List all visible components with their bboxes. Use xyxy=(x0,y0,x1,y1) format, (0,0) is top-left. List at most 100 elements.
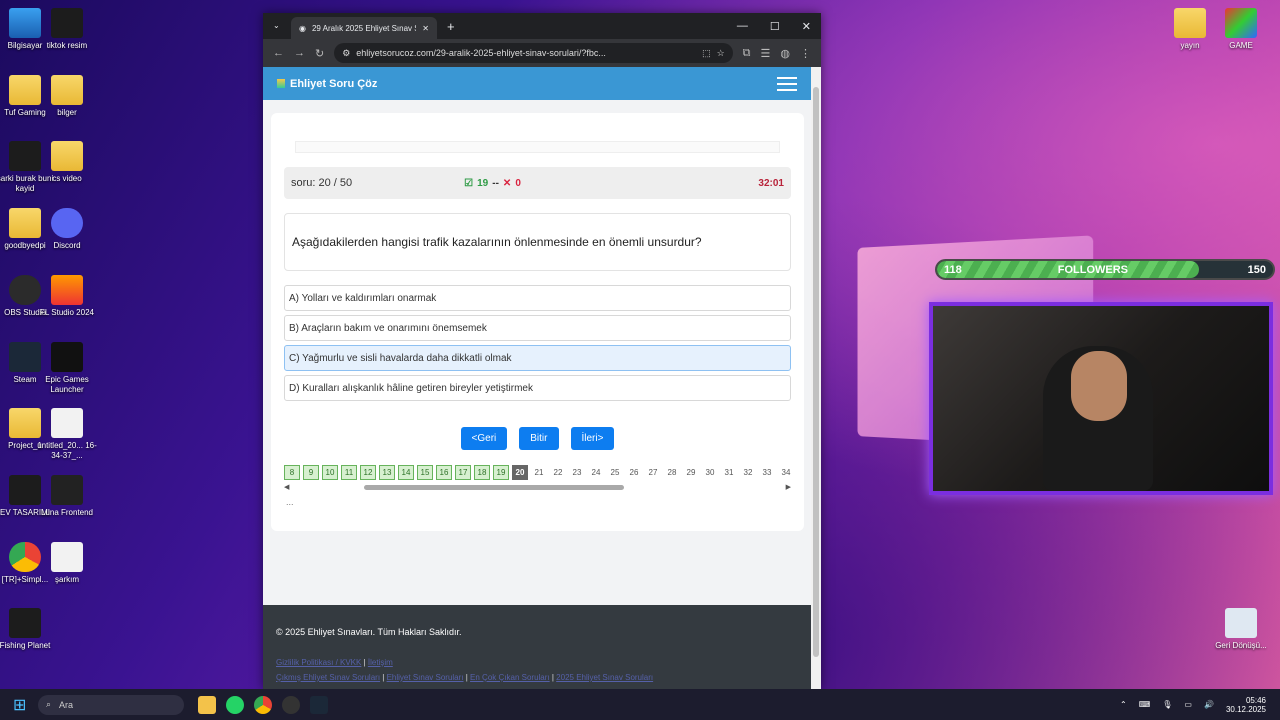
footer-link[interactable]: 2025 Ehliyet Sınav Soruları xyxy=(556,673,653,682)
back-button[interactable]: <Geri xyxy=(460,427,508,450)
scroll-right-icon[interactable]: ▶ xyxy=(786,483,791,491)
network-icon[interactable]: ⌨ xyxy=(1139,700,1151,709)
question-number-answered[interactable]: 8 xyxy=(284,465,300,480)
question-number-answered[interactable]: 9 xyxy=(303,465,319,480)
navigator-scrollbar[interactable]: ◀ ▶ xyxy=(284,483,791,491)
reload-icon[interactable]: ↻ xyxy=(315,47,324,60)
desktop-icon[interactable]: untitled_20... 16-34-37_... xyxy=(37,408,97,461)
install-icon[interactable]: ⬚ xyxy=(702,48,711,59)
mic-icon[interactable]: 🎙 xyxy=(1162,700,1172,709)
menu-dots-icon[interactable]: ⋮ xyxy=(800,47,811,60)
footer-link[interactable]: İletişim xyxy=(368,658,393,667)
question-number-answered[interactable]: 16 xyxy=(436,465,452,480)
question-number[interactable]: 26 xyxy=(626,465,642,480)
hamburger-menu-icon[interactable] xyxy=(777,73,797,95)
page-scrollbar-thumb[interactable] xyxy=(813,87,819,657)
question-number-current[interactable]: 20 xyxy=(512,465,528,480)
media-icon[interactable]: ☰ xyxy=(761,47,771,60)
tab-list-icon[interactable]: ⌄ xyxy=(273,21,280,30)
chrome-icon[interactable] xyxy=(254,695,272,714)
tray-chevron-icon[interactable]: ⌃ xyxy=(1120,700,1127,709)
obs-icon[interactable] xyxy=(282,695,300,714)
footer-link[interactable]: Çıkmış Ehliyet Sınav Soruları xyxy=(276,673,380,682)
desktop-icon[interactable]: şarkım xyxy=(37,541,97,585)
desktop-icon[interactable]: FL Studio 2024 xyxy=(37,274,97,318)
next-button[interactable]: İleri> xyxy=(570,427,615,450)
desktop-icon[interactable]: cs video xyxy=(37,141,97,184)
bookmark-star-icon[interactable]: ☆ xyxy=(717,48,725,59)
question-number[interactable]: 22 xyxy=(550,465,566,480)
question-number[interactable]: 33 xyxy=(759,465,775,480)
url-field[interactable]: ⚙ ehliyetsorucoz.com/29-aralik-2025-ehli… xyxy=(334,43,733,63)
followers-current: 118 xyxy=(944,263,962,276)
desktop-icon[interactable]: Luna Frontend xyxy=(37,474,97,518)
start-windows-icon[interactable]: ⊞ xyxy=(13,695,26,715)
maximize-icon[interactable]: ☐ xyxy=(770,20,780,33)
desktop-icon-label: tiktok resim xyxy=(46,41,88,50)
question-number[interactable]: 23 xyxy=(569,465,585,480)
question-number-answered[interactable]: 11 xyxy=(341,465,357,480)
webcam-overlay xyxy=(929,302,1273,495)
browser-tab[interactable]: ◉ 29 Aralık 2025 Ehliyet Sınav Sor ✕ xyxy=(291,17,437,39)
question-number-answered[interactable]: 19 xyxy=(493,465,509,480)
steam-icon[interactable] xyxy=(310,695,328,714)
volume-icon[interactable]: 🔊 xyxy=(1204,700,1214,709)
footer-link[interactable]: Gizlilik Politikası / KVKK xyxy=(276,658,361,667)
question-number[interactable]: 32 xyxy=(740,465,756,480)
question-number[interactable]: 30 xyxy=(702,465,718,480)
answer-option[interactable]: D) Kuralları alışkanlık hâline getiren b… xyxy=(284,375,791,401)
site-brand[interactable]: Ehliyet Soru Çöz xyxy=(290,78,377,90)
question-number-answered[interactable]: 17 xyxy=(455,465,471,480)
finish-button[interactable]: Bitir xyxy=(519,427,559,450)
desktop-icon[interactable]: tiktok resim xyxy=(37,8,97,51)
footer-link[interactable]: En Çok Çıkan Soruları xyxy=(470,673,550,682)
followers-bar: 118 FOLLOWERS 150 xyxy=(935,259,1275,280)
file-icon xyxy=(51,408,83,439)
question-number[interactable]: 29 xyxy=(683,465,699,480)
file-icon xyxy=(51,541,83,572)
close-window-icon[interactable]: ✕ xyxy=(802,20,811,33)
answer-option[interactable]: A) Yolları ve kaldırımları onarmak xyxy=(284,285,791,311)
question-number[interactable]: 24 xyxy=(588,465,604,480)
question-number[interactable]: 34 xyxy=(778,465,791,480)
site-info-icon[interactable]: ⚙ xyxy=(342,48,350,59)
question-number[interactable]: 27 xyxy=(645,465,661,480)
file-explorer-icon[interactable] xyxy=(198,695,216,714)
question-number[interactable]: 25 xyxy=(607,465,623,480)
site-navbar: Ehliyet Soru Çöz xyxy=(263,67,811,100)
minimize-icon[interactable]: — xyxy=(737,20,748,33)
page-scrollbar[interactable] xyxy=(811,67,821,689)
answer-option[interactable]: C) Yağmurlu ve sisli havalarda daha dikk… xyxy=(284,345,791,371)
question-number-answered[interactable]: 18 xyxy=(474,465,490,480)
answer-option[interactable]: B) Araçların bakım ve onarımını önemseme… xyxy=(284,315,791,341)
forward-arrow-icon[interactable]: → xyxy=(294,47,305,59)
question-number[interactable]: 28 xyxy=(664,465,680,480)
scrollbar-thumb[interactable] xyxy=(364,485,624,490)
question-number-answered[interactable]: 15 xyxy=(417,465,433,480)
question-number[interactable]: 21 xyxy=(531,465,547,480)
profile-icon[interactable]: ◍ xyxy=(780,47,790,60)
back-arrow-icon[interactable]: ← xyxy=(273,47,284,59)
desktop-icon[interactable]: Fishing Planet xyxy=(0,608,55,651)
desktop-icon[interactable]: Discord xyxy=(37,208,97,251)
question-number-answered[interactable]: 12 xyxy=(360,465,376,480)
question-number-answered[interactable]: 13 xyxy=(379,465,395,480)
whatsapp-icon[interactable] xyxy=(226,695,244,714)
display-icon[interactable]: ▭ xyxy=(1184,700,1192,709)
desktop-icon[interactable]: Epic Games Launcher xyxy=(37,341,97,395)
question-number-answered[interactable]: 14 xyxy=(398,465,414,480)
extension-icon[interactable]: ⧉ xyxy=(743,47,751,60)
taskbar-search[interactable]: ⌕ Ara xyxy=(38,694,184,715)
clock[interactable]: 05:46 30.12.2025 xyxy=(1226,696,1266,714)
desktop-icon[interactable]: Geri Dönüşü... xyxy=(1211,608,1271,651)
question-number[interactable]: 31 xyxy=(721,465,737,480)
new-tab-icon[interactable]: + xyxy=(447,19,455,34)
desktop-icon-label: cs video xyxy=(52,174,82,184)
footer-link[interactable]: Ehliyet Sınav Soruları xyxy=(387,673,464,682)
close-tab-icon[interactable]: ✕ xyxy=(422,24,429,33)
followers-goal: 150 xyxy=(1247,263,1266,276)
question-number-answered[interactable]: 10 xyxy=(322,465,338,480)
desktop-icon[interactable]: bilger xyxy=(37,74,97,118)
desktop-icon[interactable]: GAME xyxy=(1211,8,1271,51)
scroll-left-icon[interactable]: ◀ xyxy=(284,484,289,491)
